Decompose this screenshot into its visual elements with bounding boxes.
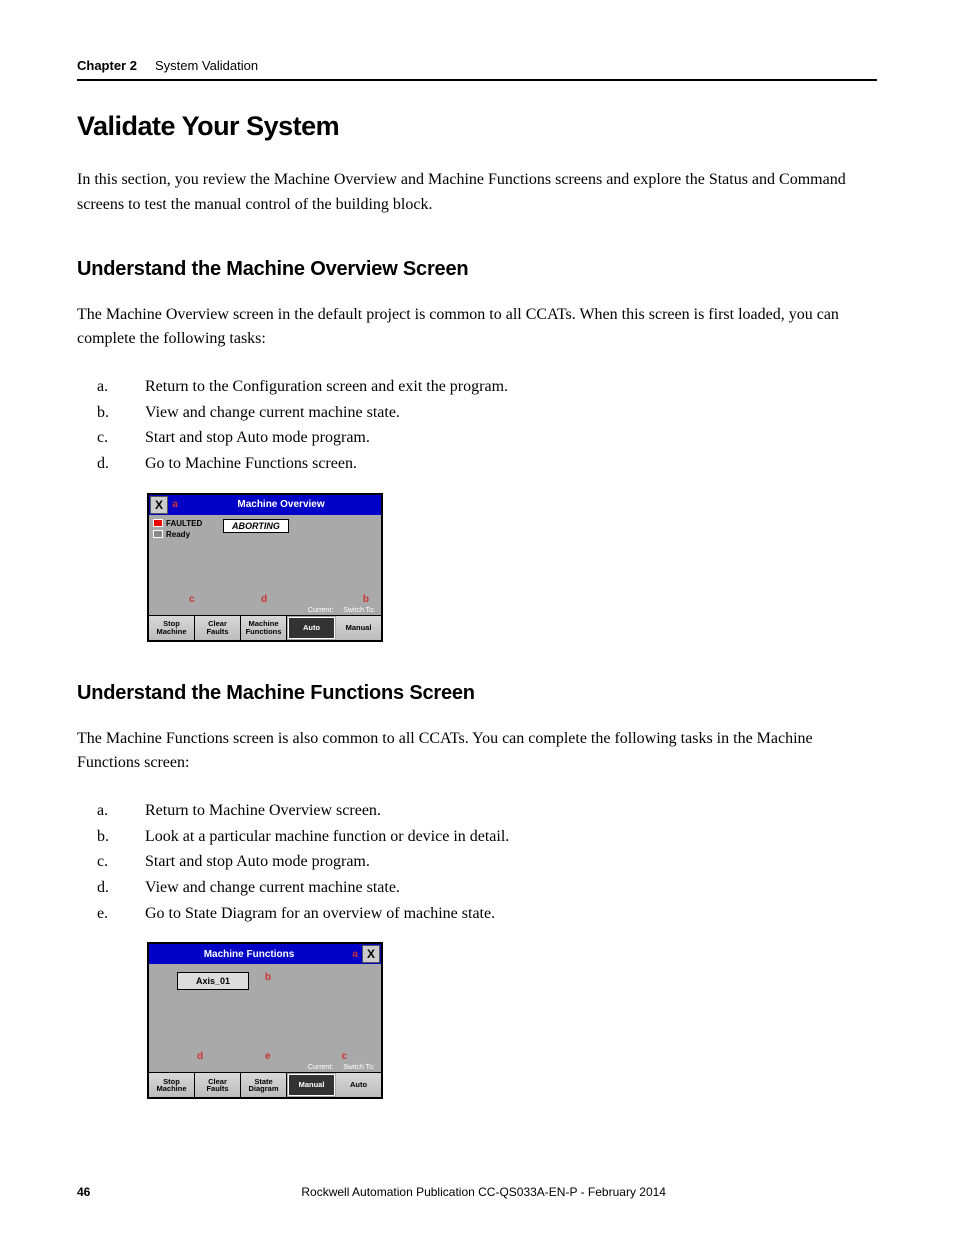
clear-faults-button[interactable]: Clear Faults xyxy=(195,1073,241,1097)
manual-mode-button[interactable]: Manual xyxy=(336,616,381,640)
mode-labels: Current: Switch To: xyxy=(149,1064,381,1072)
stop-machine-button[interactable]: Stop Machine xyxy=(149,616,195,640)
clear-faults-button[interactable]: Clear Faults xyxy=(195,616,241,640)
list-item: a.Return to the Configuration screen and… xyxy=(121,374,877,400)
callout-b: b xyxy=(363,594,369,605)
hmi-body: FAULTED Ready ABORTING c d b xyxy=(149,515,381,607)
callout-c: c xyxy=(189,594,195,605)
hmi-title: Machine Functions xyxy=(149,949,349,960)
list-item: b.View and change current machine state. xyxy=(121,400,877,426)
page-title: Validate Your System xyxy=(77,111,877,142)
functions-list: a.Return to Machine Overview screen. b.L… xyxy=(77,798,877,926)
list-item: d.View and change current machine state. xyxy=(121,875,877,901)
list-item: a.Return to Machine Overview screen. xyxy=(121,798,877,824)
callout-a: a xyxy=(349,945,361,963)
hmi-functions-screenshot: X a Machine Functions Axis_01 b d e c Cu… xyxy=(147,942,383,1099)
callout-b: b xyxy=(265,972,271,983)
page-number: 46 xyxy=(77,1185,90,1199)
close-icon[interactable]: X xyxy=(362,945,380,963)
overview-paragraph: The Machine Overview screen in the defau… xyxy=(77,303,877,353)
callout-a: a xyxy=(169,496,181,514)
hmi-button-row: Stop Machine Clear Faults State Diagram … xyxy=(149,1072,381,1097)
functions-paragraph: The Machine Functions screen is also com… xyxy=(77,727,877,777)
hmi-button-row: Stop Machine Clear Faults Machine Functi… xyxy=(149,615,381,640)
callout-d: d xyxy=(261,594,267,605)
list-item: b.Look at a particular machine function … xyxy=(121,824,877,850)
callout-d: d xyxy=(197,1051,203,1062)
hmi-titlebar: X a Machine Functions xyxy=(149,944,381,964)
hmi-title: Machine Overview xyxy=(181,499,381,510)
chapter-label: Chapter 2 xyxy=(77,58,137,73)
hmi-titlebar: X a Machine Overview xyxy=(149,495,381,515)
list-item: d.Go to Machine Functions screen. xyxy=(121,451,877,477)
page-footer: 46 Rockwell Automation Publication CC-QS… xyxy=(77,1185,877,1199)
axis-button[interactable]: Axis_01 xyxy=(177,972,249,990)
close-icon[interactable]: X xyxy=(150,496,168,514)
subhead-overview: Understand the Machine Overview Screen xyxy=(77,258,877,281)
list-item: c.Start and stop Auto mode program. xyxy=(121,849,877,875)
list-item: c.Start and stop Auto mode program. xyxy=(121,425,877,451)
header-rule xyxy=(77,79,877,81)
machine-functions-button[interactable]: Machine Functions xyxy=(241,616,287,640)
mode-labels: Current: Switch To: xyxy=(149,607,381,615)
list-item: e.Go to State Diagram for an overview of… xyxy=(121,901,877,927)
callout-c: c xyxy=(341,1051,347,1062)
auto-mode-button[interactable]: Auto xyxy=(336,1073,381,1097)
chapter-title: System Validation xyxy=(155,58,258,73)
running-header: Chapter 2 System Validation xyxy=(77,58,877,73)
hmi-body: Axis_01 b d e c xyxy=(149,964,381,1064)
state-label: ABORTING xyxy=(223,519,289,533)
auto-mode-button[interactable]: Auto xyxy=(288,617,335,639)
state-diagram-button[interactable]: State Diagram xyxy=(241,1073,287,1097)
manual-mode-button[interactable]: Manual xyxy=(288,1074,335,1096)
subhead-functions: Understand the Machine Functions Screen xyxy=(77,682,877,705)
publication-id: Rockwell Automation Publication CC-QS033… xyxy=(301,1185,666,1199)
callout-e: e xyxy=(265,1051,271,1062)
overview-list: a.Return to the Configuration screen and… xyxy=(77,374,877,476)
stop-machine-button[interactable]: Stop Machine xyxy=(149,1073,195,1097)
intro-paragraph: In this section, you review the Machine … xyxy=(77,168,877,218)
hmi-overview-screenshot: X a Machine Overview FAULTED Ready ABORT… xyxy=(147,493,383,642)
